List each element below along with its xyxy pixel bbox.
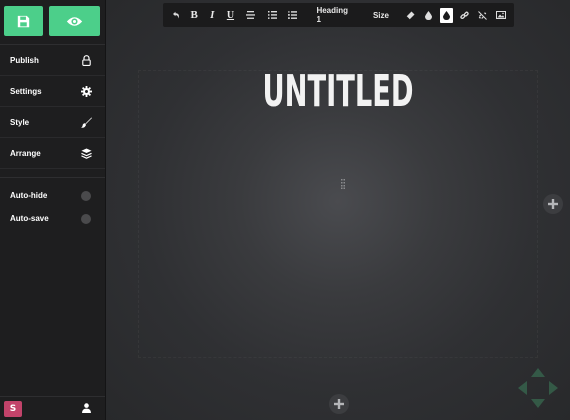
sidebar-item-style[interactable]: Style [0,107,105,138]
gear-icon [80,85,92,97]
undo-icon[interactable] [167,3,185,27]
background-color-icon[interactable] [440,7,453,23]
toggle-label: Auto-save [10,214,49,223]
page-title[interactable]: UNTITLED [194,66,482,117]
add-section-bottom-button[interactable] [329,394,349,414]
user-icon[interactable] [82,400,91,418]
drag-handle-icon[interactable] [341,179,345,189]
lock-icon [80,54,92,66]
text-color-icon[interactable] [419,3,437,27]
layers-icon [80,147,92,159]
toggle-indicator[interactable] [81,190,91,201]
bold-button[interactable]: B [185,3,203,27]
floppy-disk-icon [17,15,30,27]
sidebar-footer: S [0,396,105,420]
bullet-list-icon[interactable] [262,3,283,27]
sidebar-item-label: Arrange [10,148,41,158]
sidebar: Publish Settings Style Arrange Auto-hide… [0,0,106,420]
unlink-icon[interactable] [474,3,492,27]
size-dropdown[interactable]: Size [363,3,401,27]
format-toolbar: B I U Heading 1 Size [163,3,514,27]
paintbrush-icon [80,116,92,128]
sidebar-item-label: Publish [10,55,39,65]
add-section-right-button[interactable] [543,194,563,214]
app-logo[interactable]: S [4,400,22,417]
eye-icon [66,16,83,26]
editor-canvas[interactable] [106,0,570,420]
eraser-icon[interactable] [401,3,419,27]
save-button[interactable] [4,6,43,36]
auto-save-toggle[interactable]: Auto-save [0,207,105,230]
image-icon[interactable] [492,3,510,27]
preview-button[interactable] [48,6,100,36]
plus-icon [548,199,558,209]
heading-dropdown[interactable]: Heading 1 [302,3,362,27]
toggle-label: Auto-hide [10,191,48,200]
sidebar-top-buttons [0,0,105,44]
navigation-arrows-icon[interactable] [516,366,560,410]
sidebar-item-arrange[interactable]: Arrange [0,138,105,169]
plus-icon [334,399,344,409]
sidebar-toggles: Auto-hide Auto-save [0,177,105,230]
toggle-indicator[interactable] [81,213,91,224]
underline-button[interactable]: U [221,3,239,27]
align-center-icon[interactable] [240,3,263,27]
italic-button[interactable]: I [203,3,221,27]
auto-hide-toggle[interactable]: Auto-hide [0,184,105,207]
sidebar-item-publish[interactable]: Publish [0,45,105,76]
sidebar-item-settings[interactable]: Settings [0,76,105,107]
sidebar-item-label: Style [10,117,30,127]
link-icon[interactable] [456,3,474,27]
numbered-list-icon[interactable] [283,3,302,27]
sidebar-item-label: Settings [10,86,42,96]
